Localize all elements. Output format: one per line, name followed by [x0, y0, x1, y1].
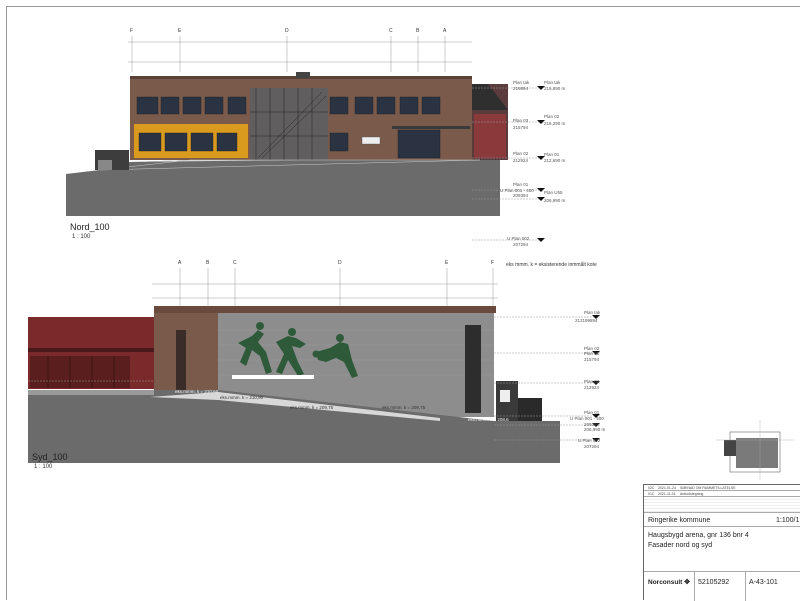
nord-stair-tower [250, 88, 328, 160]
syd-spot-0: eks.mmm. k = 210,66 [175, 389, 219, 394]
nord-axis-A: A [443, 28, 447, 34]
norconsult-logo-icon: ✥ [684, 579, 690, 586]
syd-brick-facade [154, 308, 220, 392]
nord-level-code-2: 212924 [513, 158, 529, 163]
nord-level-rval-2: 212,690 m [544, 158, 566, 163]
drawing-title: Fasader nord og syd [648, 542, 713, 549]
nord-level-rname-0: Plan tak [544, 80, 561, 85]
syd-level-code-0: 212199894 [575, 318, 598, 323]
nord-level-code-1: 215794 [513, 125, 529, 130]
nord-level-name-0: Plan tak [513, 80, 530, 85]
syd-level-name-6: U Plan 002 [578, 438, 601, 443]
drawing-sheet: F E D C B A Plan tak 219894 Plan tak 219… [0, 0, 800, 601]
nord-level-code-4: 207294 [513, 242, 529, 247]
syd-level-name-3: Plan 02 [584, 379, 600, 384]
syd-spot-2: eks.mmm. k = 209,75 [290, 405, 334, 410]
syd-axis-D: D [338, 260, 342, 266]
client-name: Ringerike kommune [648, 517, 711, 524]
nord-level-rname-2: Plan 01 [544, 152, 560, 157]
syd-level-code-1: 215794 [584, 357, 600, 362]
drawing-scale: 1:100/1 [776, 517, 800, 524]
nord-level-name-1: Plan 03 [513, 118, 529, 123]
syd-level-name-4: Plan 01 [584, 410, 600, 415]
syd-level-name-0: Plan tak [584, 310, 601, 315]
syd-axis-E: E [445, 260, 449, 266]
nord-view-scale: 1 : 100 [72, 234, 91, 240]
project-number: 52105292 [698, 579, 730, 586]
syd-spot-1: eks.mmm. k = 210,90 [220, 395, 264, 400]
nord-axis-D: D [285, 28, 289, 34]
syd-axis-A: A [178, 260, 182, 266]
company-logo: Norconsult ✥ [648, 579, 690, 586]
syd-axis-C: C [233, 260, 237, 266]
syd-view-title: Syd_100 [32, 452, 68, 462]
nord-axis-B: B [416, 28, 420, 34]
key-plan [716, 420, 795, 480]
nord-level-name-5: U Plan 002 [507, 236, 530, 241]
syd-axis-F: F [491, 260, 495, 266]
nord-level-code-3: 209394 [513, 193, 529, 198]
syd-level-code-2: 212924 [584, 385, 600, 390]
nord-level-rname-3: Plan U55 [544, 190, 563, 195]
syd-level-code-4: 207294 [584, 444, 600, 449]
syd-spot-3: eks.mmm. k = 209,75 [382, 405, 426, 410]
nord-level-name-2: Plan 02 [513, 151, 529, 156]
nord-axis-F: F [130, 28, 134, 34]
project-name: Haugsbygd arena, gnr 136 bnr 4 [648, 532, 749, 539]
syd-note: eks mmm. k = eksisterende inmmålt kote [506, 262, 597, 268]
syd-level-name-5: U Plan 001 - 400 [570, 416, 604, 421]
drawing-number: A-43-101 [749, 579, 778, 586]
nord-axis-E: E [178, 28, 182, 34]
title-block: 02C 2021-01-24 SØKNAD OM RAMMETILLATELSE… [643, 484, 800, 601]
nord-level-rval-3: 206,990 m [544, 198, 566, 203]
syd-axis-B: B [206, 260, 210, 266]
syd-spot-4: eks.mmm. k = 208,6 [468, 417, 509, 422]
nord-ground [66, 160, 500, 216]
syd-level-name-2: Plan 01 [584, 351, 600, 356]
nord-level-code-0: 219894 [513, 86, 529, 91]
nord-level-name-3: Plan 01 [513, 182, 529, 187]
nord-level-rname-1: Plan 02 [544, 114, 560, 119]
nord-level-rval-1: 216,290 m [544, 121, 566, 126]
nord-axis-C: C [389, 28, 393, 34]
nord-level-rval-0: 219,890 m [544, 86, 566, 91]
syd-level-val-0: 206,990 m [584, 427, 606, 432]
disclaimer-block [644, 497, 800, 513]
syd-view-scale: 1 : 100 [34, 464, 53, 470]
nord-view-title: Nord_100 [70, 222, 110, 232]
